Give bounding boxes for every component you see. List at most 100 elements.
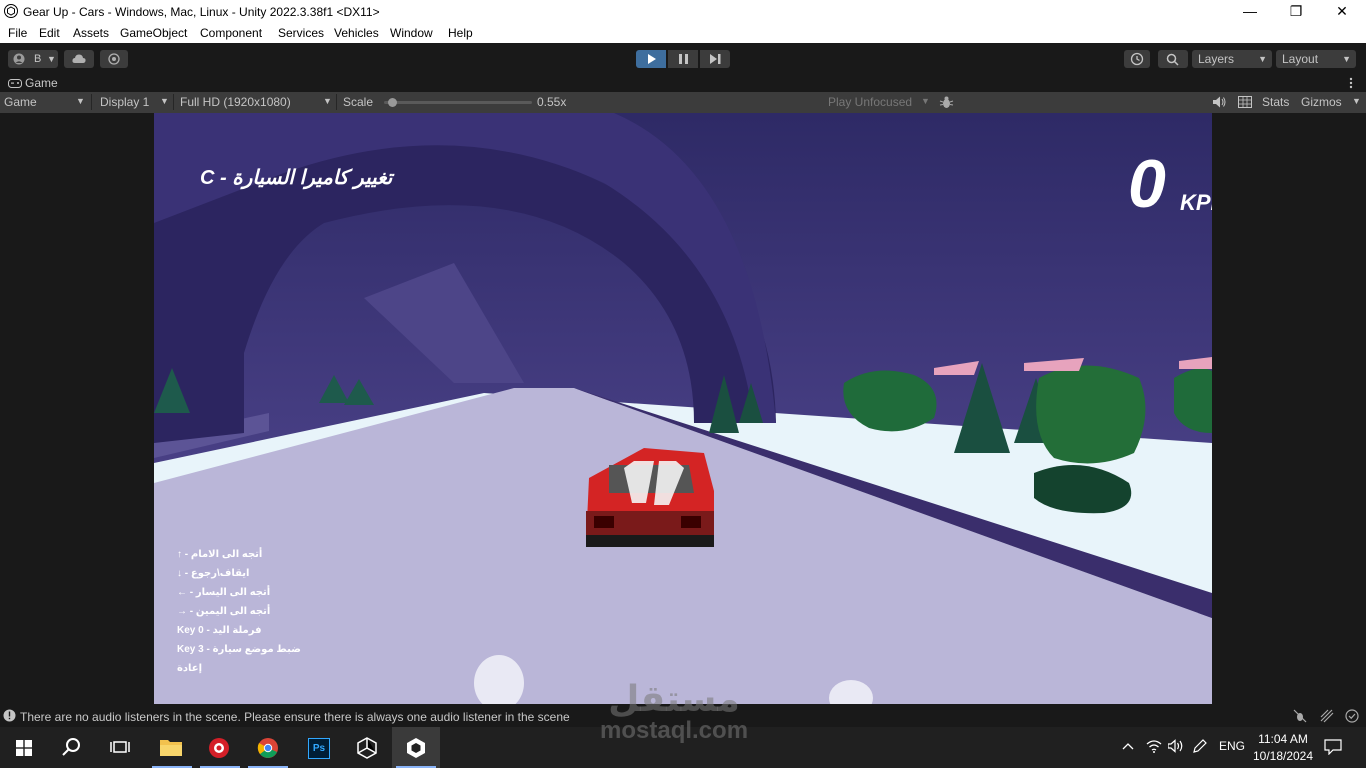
scale-slider-track[interactable] — [384, 98, 532, 107]
pen-icon[interactable] — [1192, 738, 1208, 754]
layout-dropdown[interactable]: Layout ▼ — [1276, 50, 1356, 68]
control-line: Key 3 - ضبط موضع سيارة — [177, 644, 301, 655]
step-icon — [710, 54, 721, 64]
clock-time: 11:04 AM — [1258, 732, 1308, 746]
hud-speed-value: 0 — [1128, 146, 1166, 222]
start-button[interactable] — [0, 727, 48, 768]
chevron-down-icon: ▼ — [160, 96, 169, 106]
menu-help[interactable]: Help — [448, 26, 473, 40]
main-toolbar: B ▼ Layers ▼ Layout ▼ — [0, 43, 1366, 73]
unity-logo-icon — [4, 4, 18, 18]
hud-controls-help: ↑ - أتجه الى الامام ↓ - ايقاف\رجوع ← - أ… — [177, 545, 301, 678]
pause-button[interactable] — [668, 50, 698, 68]
menu-component[interactable]: Component — [200, 26, 262, 40]
windows-icon — [16, 740, 32, 756]
minimize-button[interactable]: — — [1227, 0, 1273, 23]
menu-edit[interactable]: Edit — [39, 26, 60, 40]
photoshop-button[interactable]: Ps — [294, 727, 342, 768]
game-viewport[interactable] — [154, 113, 1212, 704]
notifications-icon[interactable] — [1324, 739, 1342, 755]
collab-icon — [108, 53, 120, 65]
game-view-toolbar: Game ▼ Display 1 ▼ Full HD (1920x1080) ▼… — [0, 92, 1366, 114]
layers-label: Layers — [1198, 52, 1235, 66]
volume-icon[interactable] — [1168, 739, 1185, 753]
collab-button[interactable] — [100, 50, 128, 68]
layout-label: Layout — [1282, 52, 1319, 66]
clock[interactable]: 11:04 AM 10/18/2024 — [1248, 731, 1318, 765]
game-mode-dropdown[interactable]: Game — [4, 95, 37, 109]
resolution-dropdown[interactable]: Full HD (1920x1080) — [180, 95, 291, 109]
status-message[interactable]: There are no audio listeners in the scen… — [20, 710, 570, 724]
play-icon — [648, 54, 656, 64]
layers-dropdown[interactable]: Layers ▼ — [1192, 50, 1272, 68]
pause-icon — [679, 54, 688, 64]
language-indicator[interactable]: ENG — [1219, 739, 1245, 753]
account-icon — [13, 53, 25, 65]
editor-tab-bar: Game — [0, 73, 1366, 92]
menu-assets[interactable]: Assets — [73, 26, 109, 40]
audio-icon[interactable] — [1213, 96, 1226, 108]
grid-icon[interactable] — [1238, 96, 1252, 108]
menu-services[interactable]: Services — [278, 26, 324, 40]
divider — [91, 94, 92, 110]
chrome-button[interactable] — [244, 727, 292, 768]
close-button[interactable]: ✕ — [1319, 0, 1365, 23]
info-icon — [3, 709, 16, 722]
unity-hub-icon — [357, 737, 377, 759]
menu-window[interactable]: Window — [390, 26, 433, 40]
letterbox-right — [1212, 113, 1366, 704]
progress-icon[interactable] — [1320, 709, 1334, 723]
task-view-button[interactable] — [96, 727, 144, 768]
gizmos-button[interactable]: Gizmos — [1301, 95, 1342, 109]
wifi-icon[interactable] — [1146, 739, 1162, 753]
display-dropdown[interactable]: Display 1 — [100, 95, 149, 109]
watermark-arabic: مستقل — [608, 678, 740, 719]
menu-vehicles[interactable]: Vehicles — [334, 26, 379, 40]
control-line: ↓ - ايقاف\رجوع — [177, 568, 250, 579]
account-dropdown[interactable]: B ▼ — [8, 50, 58, 68]
play-button[interactable] — [636, 50, 666, 68]
chevron-down-icon: ▼ — [1342, 54, 1351, 64]
chevron-up-icon[interactable] — [1122, 741, 1134, 751]
scale-label: Scale — [343, 95, 374, 109]
folder-icon — [160, 740, 182, 756]
gamepad-icon — [8, 79, 22, 88]
letterbox-left — [0, 113, 154, 704]
clock-date: 10/18/2024 — [1252, 749, 1314, 763]
history-icon — [1130, 52, 1144, 66]
undo-history-button[interactable] — [1124, 50, 1150, 68]
chevron-down-icon: ▼ — [1258, 54, 1267, 64]
more-options-icon[interactable] — [1348, 77, 1354, 89]
control-line: Key 0 - فرملة اليد — [177, 625, 262, 636]
game-scene — [154, 113, 1212, 704]
debug-icon[interactable] — [1293, 709, 1307, 723]
search-button[interactable] — [1158, 50, 1188, 68]
step-button[interactable] — [700, 50, 730, 68]
menu-file[interactable]: File — [8, 26, 27, 40]
control-line: إعادة — [177, 663, 203, 674]
unity-editor-button[interactable] — [392, 727, 440, 768]
unity-hub-button[interactable] — [343, 727, 391, 768]
chevron-down-icon: ▼ — [1352, 96, 1361, 106]
task-view-icon — [110, 741, 130, 753]
scale-slider-thumb[interactable] — [388, 98, 398, 107]
check-circle-icon[interactable] — [1345, 709, 1359, 723]
stats-button[interactable]: Stats — [1262, 95, 1289, 109]
search-icon — [1166, 53, 1179, 66]
bush — [1036, 365, 1146, 464]
file-explorer-button[interactable] — [148, 727, 196, 768]
play-focus-dropdown[interactable]: Play Unfocused — [828, 95, 912, 109]
recorder-app-button[interactable] — [196, 727, 244, 768]
menu-gameobject[interactable]: GameObject — [120, 26, 187, 40]
watermark-latin: mostaql.com — [600, 717, 749, 744]
maximize-button[interactable]: ❐ — [1273, 0, 1319, 23]
search-button[interactable] — [48, 727, 96, 768]
cloud-button[interactable] — [64, 50, 94, 68]
control-line: ↑ - أتجه الى الامام — [177, 549, 263, 560]
record-icon — [209, 738, 229, 758]
hud-speed-unit: KPH — [1180, 190, 1212, 215]
bug-icon[interactable] — [939, 95, 954, 110]
search-icon — [62, 738, 80, 756]
chevron-down-icon: ▼ — [47, 54, 56, 64]
divider — [336, 94, 337, 110]
